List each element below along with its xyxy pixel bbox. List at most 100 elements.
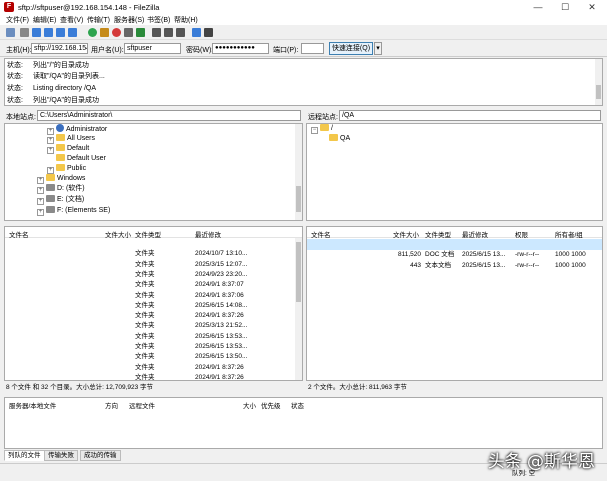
expand-icon[interactable]: + bbox=[37, 177, 44, 184]
sync-browse-icon[interactable] bbox=[176, 28, 185, 37]
reconnect-icon[interactable] bbox=[136, 28, 145, 37]
minimize-button[interactable]: — bbox=[527, 0, 549, 14]
maximize-button[interactable]: ☐ bbox=[554, 0, 576, 14]
tree-item-public[interactable]: + Public bbox=[47, 164, 86, 174]
table-row[interactable]: Favorites文件夹2024/9/1 8:37:26 bbox=[5, 363, 302, 374]
file-owner: 1000 1000 bbox=[555, 251, 586, 258]
port-input[interactable] bbox=[301, 43, 324, 54]
log-scrollbar[interactable] bbox=[595, 59, 602, 105]
table-row[interactable]: Contacts文件夹2024/9/1 8:37:26 bbox=[5, 311, 302, 322]
quickconnect-button[interactable]: 快速连接(Q) bbox=[329, 42, 373, 55]
table-row[interactable]: Downloads文件夹2025/6/15 13:50... bbox=[5, 352, 302, 363]
queue-col-size[interactable]: 大小 bbox=[243, 400, 256, 410]
table-row[interactable]: Desktop文件夹2025/6/15 13:53... bbox=[5, 332, 302, 343]
col-filetype[interactable]: 文件类型 bbox=[425, 229, 451, 239]
expand-icon[interactable]: + bbox=[47, 137, 54, 144]
col-filesize[interactable]: 文件大小 bbox=[393, 229, 419, 239]
filter-icon[interactable] bbox=[152, 28, 161, 37]
menu-view[interactable]: 查看(V) bbox=[60, 15, 83, 25]
menu-server[interactable]: 服务器(S) bbox=[114, 15, 144, 25]
col-permissions[interactable]: 权限 bbox=[515, 229, 528, 239]
local-tree-scrollbar[interactable] bbox=[295, 124, 302, 220]
cancel-icon[interactable] bbox=[112, 28, 121, 37]
table-row[interactable]: AppData文件夹2024/9/1 8:37:06 bbox=[5, 291, 302, 302]
toggle-queue-icon[interactable] bbox=[68, 28, 77, 37]
expand-icon[interactable]: + bbox=[37, 187, 44, 194]
toggle-remote-tree-icon[interactable] bbox=[56, 28, 65, 37]
tree-item-drive-f[interactable]: + F: (Elements SE) bbox=[37, 206, 110, 216]
tree-item-drive-e[interactable]: + E: (文档) bbox=[37, 195, 84, 205]
quickconnect-dropdown[interactable]: ▾ bbox=[374, 42, 382, 55]
tree-item-all-users[interactable]: + All Users bbox=[47, 134, 95, 144]
menu-bookmarks[interactable]: 书签(B) bbox=[147, 15, 170, 25]
table-row[interactable]: .config文件夹2024/10/7 13:10... bbox=[5, 249, 302, 260]
tab-queued-files[interactable]: 列队的文件 bbox=[4, 450, 45, 461]
expand-icon[interactable]: + bbox=[37, 209, 44, 216]
col-modified[interactable]: 最近修改 bbox=[195, 229, 221, 239]
col-filesize[interactable]: 文件大小 bbox=[105, 229, 131, 239]
queue-col-local[interactable]: 服务器/本地文件 bbox=[9, 400, 56, 410]
menu-file[interactable]: 文件(F) bbox=[6, 15, 29, 25]
tree-item-drive-d[interactable]: + D: (软件) bbox=[37, 184, 85, 194]
compare-icon[interactable] bbox=[164, 28, 173, 37]
tab-successful-transfers[interactable]: 成功的传输 bbox=[80, 450, 121, 461]
folder-icon bbox=[56, 144, 65, 151]
disconnect-icon[interactable] bbox=[124, 28, 133, 37]
table-row[interactable]: 3D Objects文件夹2024/9/1 8:37:07 bbox=[5, 280, 302, 291]
local-file-list: 文件名 文件大小 文件类型 最近修改 ...config文件夹2024/10/7… bbox=[4, 226, 303, 381]
col-filename[interactable]: 文件名 bbox=[311, 229, 331, 239]
toggle-log-icon[interactable] bbox=[32, 28, 41, 37]
tree-item-windows[interactable]: + Windows bbox=[37, 174, 85, 184]
table-row[interactable]: .vscode文件夹2024/9/23 23:20... bbox=[5, 270, 302, 281]
host-input[interactable]: sftp://192.168.154 bbox=[31, 43, 88, 54]
tree-item-root[interactable]: − / bbox=[311, 124, 333, 134]
table-row[interactable]: Documents文件夹2025/6/15 13:53... bbox=[5, 342, 302, 353]
table-row[interactable]: Application Data文件夹2025/6/15 14:08... bbox=[5, 301, 302, 312]
refresh-icon[interactable] bbox=[88, 28, 97, 37]
table-row[interactable]: OSPF三张表的关系.txt443文本文档2025/6/15 13...-rw-… bbox=[307, 261, 602, 272]
table-row[interactable]: Linux基本命令—简单...811,520DOC 文档2025/6/15 13… bbox=[307, 250, 602, 261]
log-row: 状态: 读取"/QA"的目录列表... bbox=[7, 73, 105, 80]
collapse-icon[interactable]: − bbox=[311, 127, 318, 134]
file-modified: 2024/9/1 8:37:26 bbox=[195, 312, 244, 320]
expand-icon[interactable]: + bbox=[47, 167, 54, 174]
queue-col-status[interactable]: 状态 bbox=[291, 400, 304, 410]
col-filename[interactable]: 文件名 bbox=[9, 229, 29, 239]
tree-item-qa[interactable]: QA bbox=[329, 134, 350, 144]
password-input[interactable]: ●●●●●●●●●●● bbox=[212, 43, 269, 54]
toggle-local-tree-icon[interactable] bbox=[44, 28, 53, 37]
queue-col-remote[interactable]: 远程文件 bbox=[129, 400, 155, 410]
tree-item-administrator[interactable]: + Administrator bbox=[47, 124, 107, 135]
table-row[interactable]: .. bbox=[307, 239, 602, 250]
queue-col-priority[interactable]: 优先级 bbox=[261, 400, 281, 410]
close-button[interactable]: ✕ bbox=[581, 0, 603, 14]
col-filetype[interactable]: 文件类型 bbox=[135, 229, 161, 239]
menu-help[interactable]: 帮助(H) bbox=[174, 15, 198, 25]
local-column-header: 文件名 文件大小 文件类型 最近修改 bbox=[5, 227, 302, 239]
table-row[interactable]: IntelGraphicsProfiles文件夹2024/9/1 8:37:26 bbox=[5, 373, 302, 380]
site-manager-icon[interactable] bbox=[6, 28, 15, 37]
folder-icon bbox=[329, 134, 338, 141]
expand-icon[interactable]: + bbox=[47, 147, 54, 154]
tab-failed-transfers[interactable]: 传输失败 bbox=[44, 450, 78, 461]
process-queue-icon[interactable] bbox=[100, 28, 109, 37]
tree-item-default[interactable]: + Default bbox=[47, 144, 89, 154]
binoculars-icon[interactable] bbox=[204, 28, 213, 37]
local-list-scrollbar[interactable] bbox=[295, 238, 302, 380]
menu-transfer[interactable]: 传输(T) bbox=[87, 15, 110, 25]
tree-item-default-user[interactable]: Default User bbox=[56, 154, 106, 164]
queue-col-direction[interactable]: 方向 bbox=[105, 400, 118, 410]
local-path-input[interactable]: C:\Users\Administrator\ bbox=[37, 110, 301, 121]
expand-icon[interactable]: + bbox=[37, 198, 44, 205]
file-modified: 2024/9/1 8:37:26 bbox=[195, 363, 244, 371]
col-modified[interactable]: 最近修改 bbox=[462, 229, 488, 239]
menu-edit[interactable]: 编辑(E) bbox=[33, 15, 56, 25]
dropdown-arrow-icon[interactable] bbox=[20, 28, 29, 37]
table-row[interactable]: .VirtualBox文件夹2025/3/15 12:07... bbox=[5, 260, 302, 271]
col-owner[interactable]: 所有者/组 bbox=[555, 229, 583, 239]
username-input[interactable]: sftpuser bbox=[124, 43, 181, 54]
search-icon[interactable] bbox=[192, 28, 201, 37]
table-row[interactable]: .. bbox=[5, 239, 302, 250]
remote-path-input[interactable]: /QA bbox=[339, 110, 601, 121]
table-row[interactable]: Cookies文件夹2025/3/13 21:52... bbox=[5, 321, 302, 332]
